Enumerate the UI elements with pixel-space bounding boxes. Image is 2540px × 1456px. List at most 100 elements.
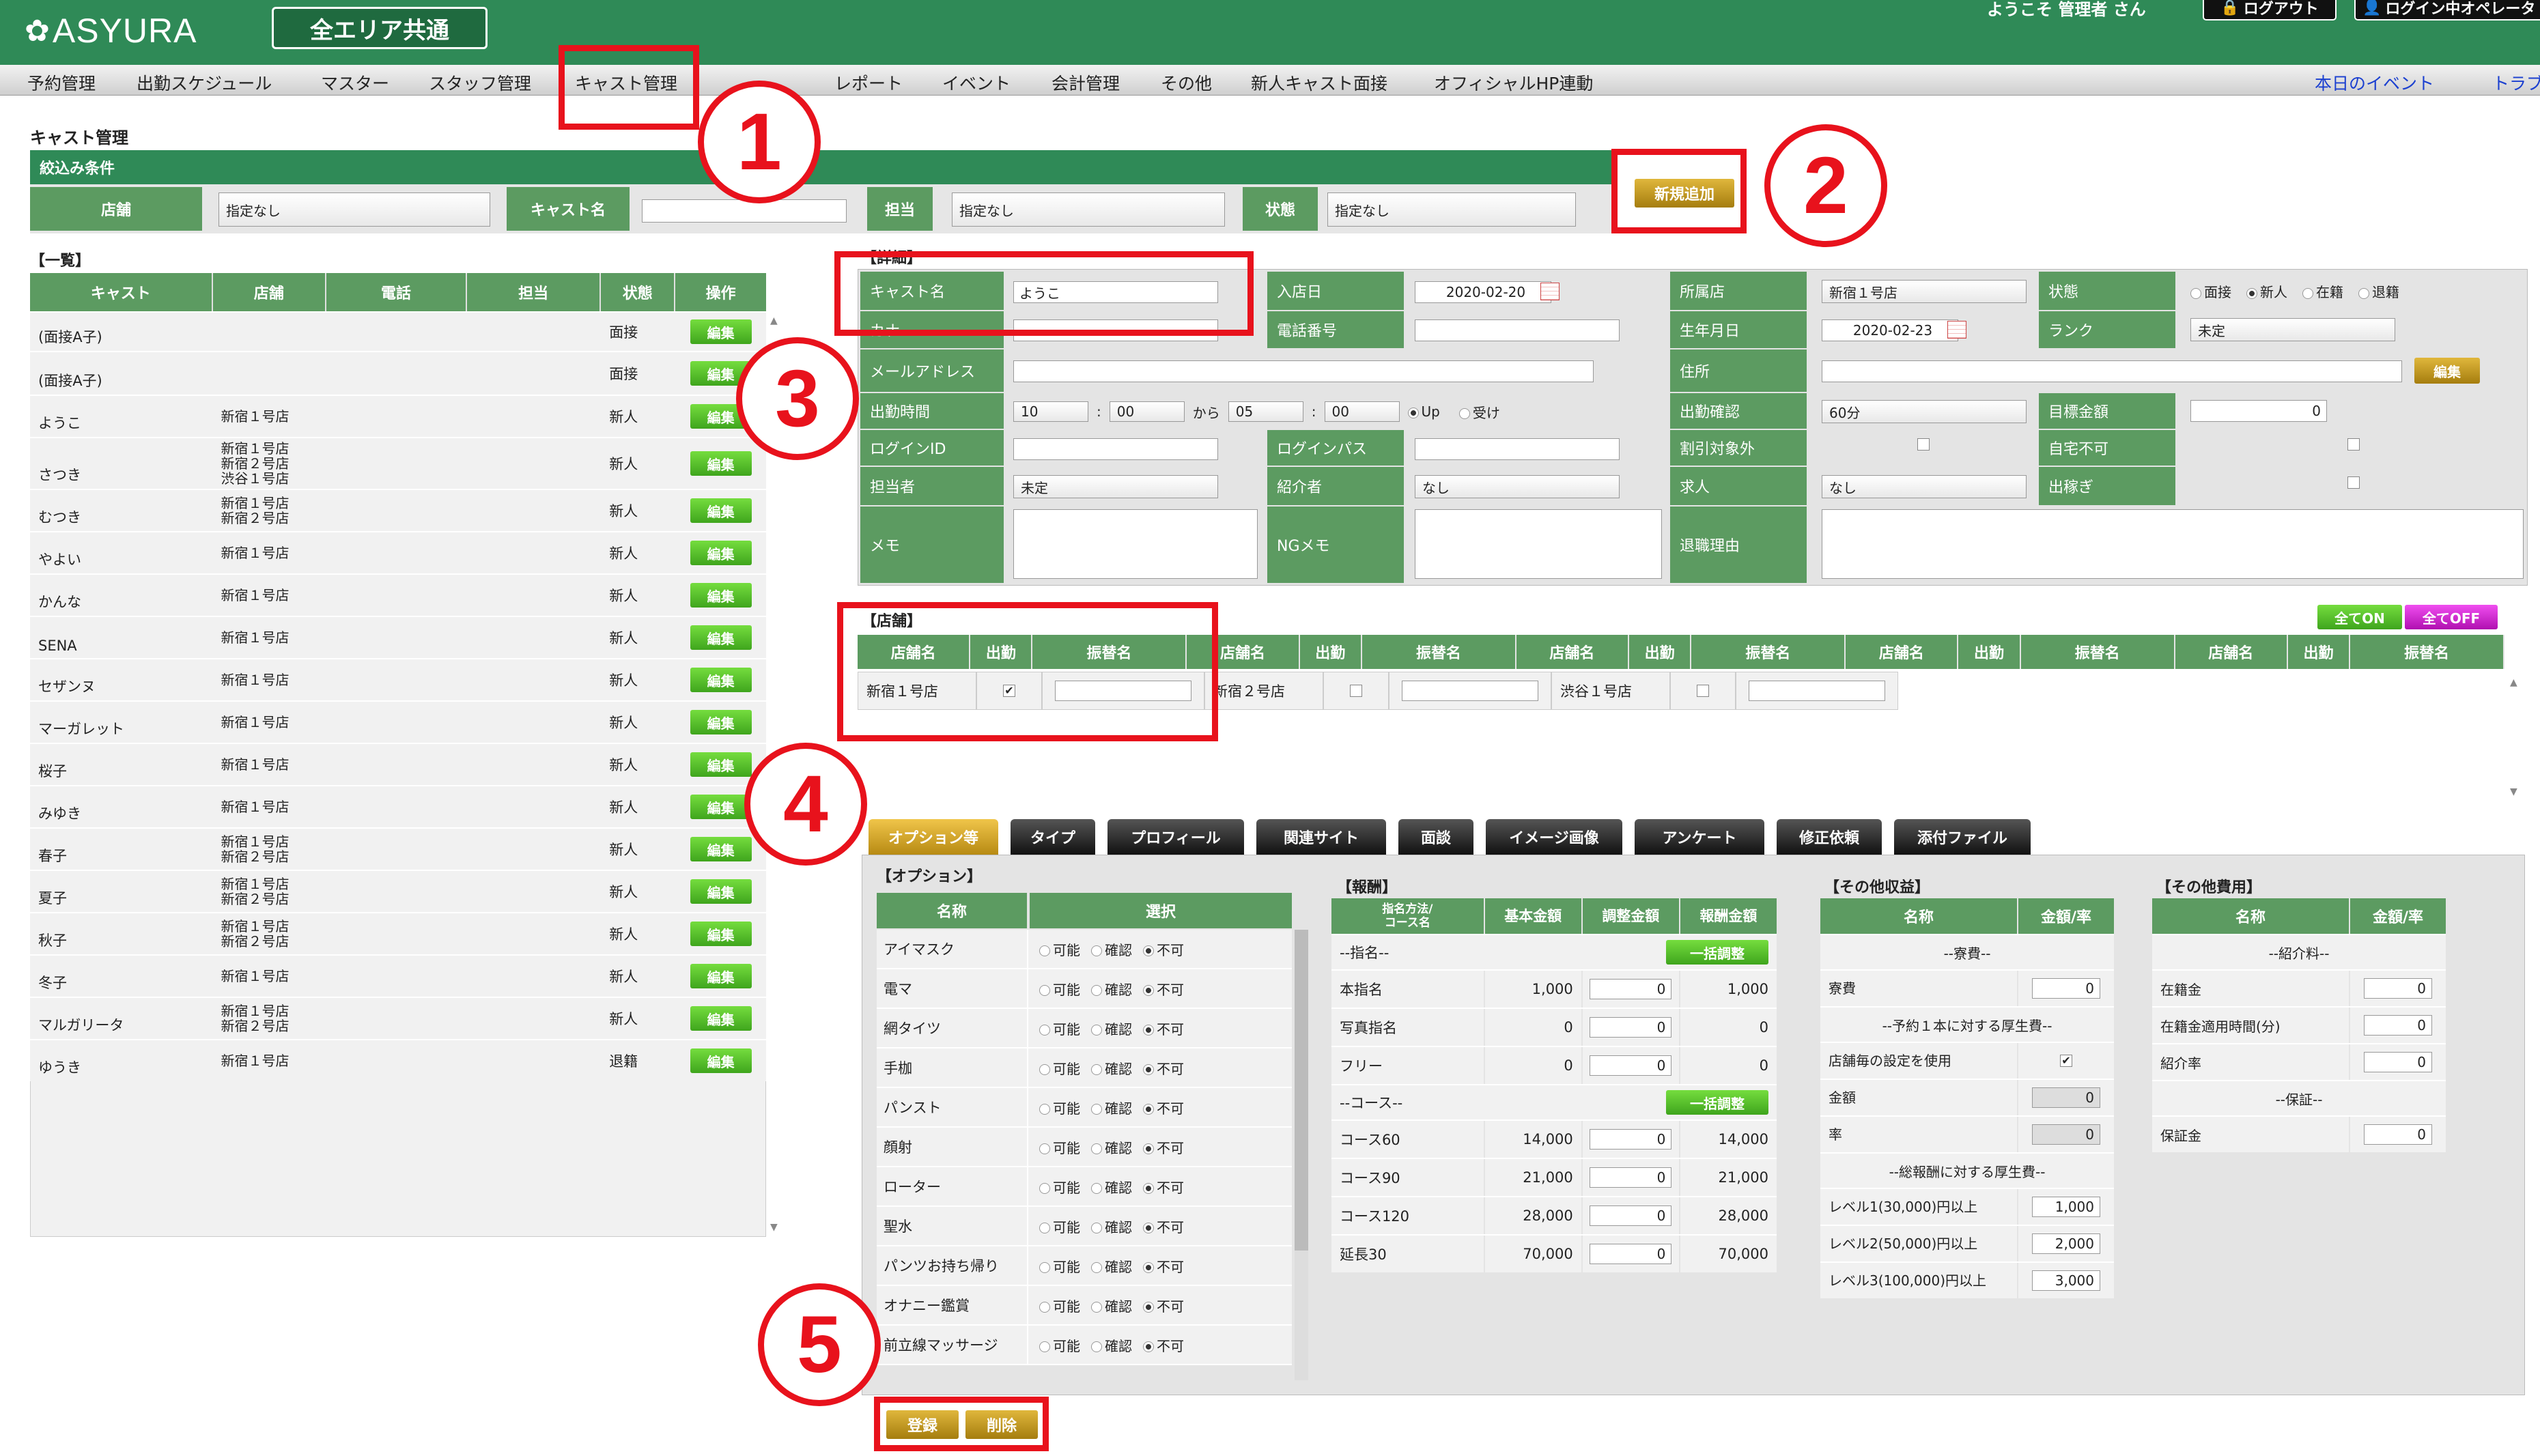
menu-event[interactable]: イベント: [942, 70, 1011, 95]
target-input[interactable]: 0: [2190, 400, 2327, 422]
memo-textarea[interactable]: [1013, 509, 1258, 579]
tab-5[interactable]: イメージ画像: [1486, 819, 1622, 855]
home-checkbox[interactable]: [2347, 438, 2360, 451]
email-input[interactable]: [1013, 360, 1594, 382]
option-radio[interactable]: 不可: [1143, 979, 1184, 999]
option-radio[interactable]: 可能: [1039, 1335, 1080, 1355]
tab-6[interactable]: アンケート: [1635, 819, 1764, 855]
all-on-button[interactable]: 全てON: [2317, 605, 2402, 629]
edit-button[interactable]: 編集: [690, 964, 752, 988]
expense-value-input[interactable]: 0: [2364, 978, 2432, 999]
login-operator-button[interactable]: 👤 ログイン中オペレータ: [2354, 0, 2540, 20]
tab-7[interactable]: 修正依頼: [1777, 819, 1882, 855]
edit-button[interactable]: 編集: [690, 625, 752, 650]
option-radio[interactable]: 可能: [1039, 1177, 1080, 1197]
option-radio[interactable]: 不可: [1143, 1137, 1184, 1157]
option-radio[interactable]: 可能: [1039, 1256, 1080, 1276]
edit-button[interactable]: 編集: [690, 319, 752, 344]
option-radio[interactable]: 可能: [1039, 1058, 1080, 1078]
option-radio[interactable]: 不可: [1143, 1018, 1184, 1038]
reward-adj-input[interactable]: 0: [1590, 1205, 1672, 1226]
option-radio[interactable]: 確認: [1091, 1335, 1132, 1355]
status-radio[interactable]: 退籍: [2358, 281, 2399, 301]
option-radio[interactable]: 確認: [1091, 1296, 1132, 1315]
status-radio[interactable]: 新人: [2246, 281, 2287, 301]
option-radio[interactable]: 確認: [1091, 939, 1132, 959]
option-radio[interactable]: 確認: [1091, 1177, 1132, 1197]
store-select[interactable]: 新宿１号店: [1822, 280, 2027, 303]
menu-interview[interactable]: 新人キャスト面接: [1251, 70, 1387, 95]
income-value-input[interactable]: 3,000: [2032, 1270, 2100, 1291]
option-radio[interactable]: 確認: [1091, 979, 1132, 999]
option-radio[interactable]: 可能: [1039, 1137, 1080, 1157]
retire-textarea[interactable]: [1822, 509, 2524, 579]
rank-select[interactable]: 未定: [2190, 318, 2395, 341]
menu-today-event[interactable]: 本日のイベント: [2315, 70, 2434, 95]
list-scroll-down-icon[interactable]: ▼: [770, 1222, 778, 1233]
menu-trouble[interactable]: トラブ: [2492, 70, 2540, 95]
edit-button[interactable]: 編集: [690, 451, 752, 476]
option-radio[interactable]: 可能: [1039, 1018, 1080, 1038]
option-radio[interactable]: 不可: [1143, 1216, 1184, 1236]
option-radio[interactable]: 不可: [1143, 1098, 1184, 1117]
edit-button[interactable]: 編集: [690, 879, 752, 904]
ng-memo-textarea[interactable]: [1415, 509, 1662, 579]
edit-button[interactable]: 編集: [690, 541, 752, 565]
referrer-select[interactable]: なし: [1415, 475, 1620, 498]
option-radio[interactable]: 不可: [1143, 1177, 1184, 1197]
option-radio[interactable]: 確認: [1091, 1256, 1132, 1276]
tab-0[interactable]: オプション等: [869, 819, 998, 855]
expense-value-input[interactable]: 0: [2364, 1124, 2432, 1145]
tab-2[interactable]: プロフィール: [1107, 819, 1244, 855]
option-radio[interactable]: 不可: [1143, 1335, 1184, 1355]
reward-adj-input[interactable]: 0: [1590, 1167, 1672, 1188]
reward-adj-input[interactable]: 0: [1590, 1055, 1672, 1076]
attendance-select[interactable]: 60分: [1822, 400, 2027, 423]
shift-to-hour[interactable]: 05: [1228, 401, 1303, 422]
list-scroll-up-icon[interactable]: ▲: [770, 315, 778, 326]
edit-button[interactable]: 編集: [690, 583, 752, 608]
stores-scroll-down-icon[interactable]: ▼: [2510, 786, 2517, 797]
edit-button[interactable]: 編集: [690, 668, 752, 692]
edit-button[interactable]: 編集: [690, 837, 752, 861]
expense-value-input[interactable]: 0: [2364, 1015, 2432, 1036]
all-off-button[interactable]: 全てOFF: [2405, 605, 2498, 629]
menu-official-hp[interactable]: オフィシャルHP連動: [1434, 70, 1593, 95]
reward-adj-input[interactable]: 0: [1590, 1129, 1672, 1150]
address-edit-button[interactable]: 編集: [2414, 358, 2480, 384]
income-value-input[interactable]: 0: [2032, 1087, 2100, 1108]
shift-from-minute[interactable]: 00: [1109, 401, 1185, 422]
birthday-input[interactable]: 2020-02-23: [1822, 319, 1958, 341]
area-button[interactable]: 全エリア共通: [272, 7, 488, 49]
option-radio[interactable]: 確認: [1091, 1018, 1132, 1038]
edit-button[interactable]: 編集: [690, 1006, 752, 1031]
edit-button[interactable]: 編集: [690, 1048, 752, 1073]
income-value-input[interactable]: 1,000: [2032, 1197, 2100, 1217]
filter-tantou-select[interactable]: 指定なし: [952, 192, 1225, 227]
option-radio[interactable]: 不可: [1143, 1058, 1184, 1078]
login-pass-input[interactable]: [1415, 438, 1620, 460]
edit-button[interactable]: 編集: [690, 710, 752, 734]
option-radio[interactable]: 不可: [1143, 1296, 1184, 1315]
join-date-input[interactable]: 2020-02-20: [1415, 281, 1551, 303]
menu-master[interactable]: マスター: [321, 70, 389, 95]
edit-button[interactable]: 編集: [690, 922, 752, 946]
option-radio[interactable]: 不可: [1143, 1256, 1184, 1276]
menu-staff[interactable]: スタッフ管理: [429, 70, 531, 95]
phone-input[interactable]: [1415, 319, 1620, 341]
filter-cast-input[interactable]: [642, 199, 847, 223]
bulk-adjust-button[interactable]: 一括調整: [1666, 1090, 1768, 1115]
store-alias-input[interactable]: [1749, 681, 1885, 701]
shift-to-minute[interactable]: 00: [1324, 401, 1400, 422]
menu-accounting[interactable]: 会計管理: [1052, 70, 1120, 95]
tab-1[interactable]: タイプ: [1011, 819, 1095, 855]
option-radio[interactable]: 可能: [1039, 1098, 1080, 1117]
option-radio[interactable]: 可能: [1039, 1296, 1080, 1315]
discount-checkbox[interactable]: [1917, 438, 1930, 451]
edit-button[interactable]: 編集: [690, 752, 752, 777]
stores-scroll-up-icon[interactable]: ▲: [2510, 677, 2517, 688]
filter-status-select[interactable]: 指定なし: [1327, 192, 1576, 227]
tab-4[interactable]: 面談: [1398, 819, 1473, 855]
store-work-checkbox[interactable]: [1350, 685, 1362, 697]
menu-report[interactable]: レポート: [834, 70, 903, 95]
